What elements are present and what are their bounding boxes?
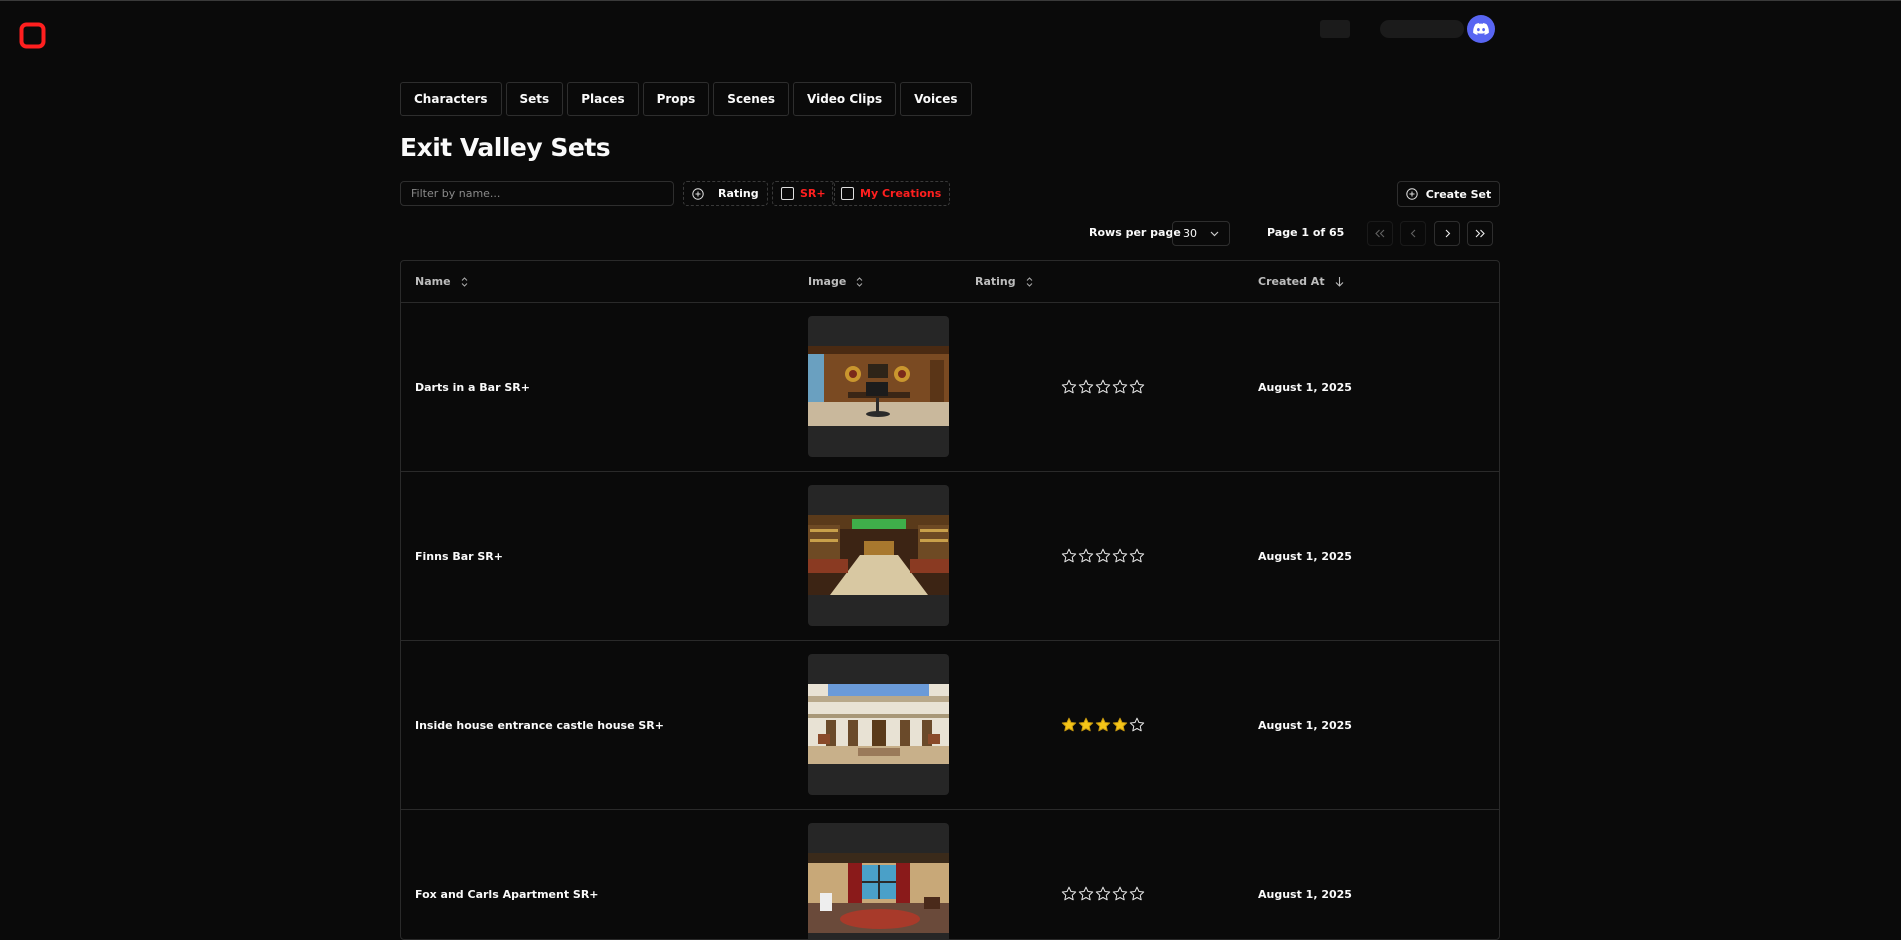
rating-filter-button[interactable]: Rating xyxy=(683,181,768,206)
star-icon[interactable] xyxy=(1078,548,1094,564)
set-thumbnail[interactable] xyxy=(808,654,949,795)
star-icon[interactable] xyxy=(1095,886,1111,902)
column-header-name-label: Name xyxy=(415,275,451,288)
star-icon[interactable] xyxy=(1129,379,1145,395)
star-icon[interactable] xyxy=(1129,548,1145,564)
page-info: Page 1 of 65 xyxy=(1267,226,1345,239)
previous-page-button[interactable] xyxy=(1400,221,1426,246)
tab-characters[interactable]: Characters xyxy=(400,82,502,116)
tab-voices[interactable]: Voices xyxy=(900,82,972,116)
tab-scenes[interactable]: Scenes xyxy=(713,82,790,116)
star-icon[interactable] xyxy=(1061,886,1077,902)
logo-icon[interactable] xyxy=(19,22,46,49)
star-rating[interactable] xyxy=(1061,641,1145,809)
star-icon[interactable] xyxy=(1112,548,1128,564)
rows-per-page-label: Rows per page xyxy=(1089,226,1181,239)
set-name: Fox and Carls Apartment SR+ xyxy=(415,887,599,901)
star-icon[interactable] xyxy=(1078,717,1094,733)
set-thumbnail[interactable] xyxy=(808,316,949,457)
tab-sets[interactable]: Sets xyxy=(505,82,564,116)
topbar-placeholder xyxy=(1320,20,1350,38)
table-row[interactable]: Inside house entrance castle house SR+ A… xyxy=(401,641,1499,810)
set-thumbnail[interactable] xyxy=(808,485,949,626)
column-header-name[interactable]: Name xyxy=(415,261,468,302)
chevron-right-icon xyxy=(1445,229,1450,238)
next-page-button[interactable] xyxy=(1434,221,1460,246)
my-creations-toggle[interactable]: My Creations xyxy=(832,181,951,206)
created-date: August 1, 2025 xyxy=(1258,887,1352,901)
discord-icon xyxy=(1473,22,1489,35)
page-title: Exit Valley Sets xyxy=(400,133,611,162)
chevrons-left-icon xyxy=(1375,229,1385,238)
create-set-label: Create Set xyxy=(1425,187,1492,201)
sort-icon xyxy=(1026,276,1032,287)
star-icon[interactable] xyxy=(1078,379,1094,395)
tab-places[interactable]: Places xyxy=(567,82,639,116)
table-row[interactable]: Finns Bar SR+ August 1, 2025 xyxy=(401,472,1499,641)
created-date: August 1, 2025 xyxy=(1258,718,1352,732)
user-name-placeholder xyxy=(1380,20,1464,38)
chevrons-right-icon xyxy=(1475,229,1485,238)
table-row[interactable]: Darts in a Bar SR+ August 1, 2025 xyxy=(401,303,1499,472)
star-icon[interactable] xyxy=(1129,886,1145,902)
set-thumbnail[interactable] xyxy=(808,823,949,939)
star-icon[interactable] xyxy=(1095,548,1111,564)
star-icon[interactable] xyxy=(1112,886,1128,902)
set-name: Finns Bar SR+ xyxy=(415,549,503,563)
arrow-down-icon xyxy=(1335,277,1343,287)
table-row[interactable]: Fox and Carls Apartment SR+ August 1, 20… xyxy=(401,810,1499,939)
discord-avatar[interactable] xyxy=(1467,15,1495,43)
castle-entrance-image xyxy=(808,684,949,764)
table-header: Name Image Rating Created At xyxy=(401,261,1499,303)
category-tabs: Characters Sets Places Props Scenes Vide… xyxy=(400,82,972,116)
star-rating[interactable] xyxy=(1061,810,1145,939)
filter-input[interactable] xyxy=(400,181,674,206)
star-icon[interactable] xyxy=(1061,379,1077,395)
my-creations-checkbox[interactable] xyxy=(841,187,854,200)
sr-plus-label: SR+ xyxy=(800,187,826,200)
sets-table: Name Image Rating Created At Darts in a … xyxy=(400,260,1500,940)
star-icon[interactable] xyxy=(1112,717,1128,733)
plus-circle-icon xyxy=(1406,188,1418,200)
star-icon[interactable] xyxy=(1061,548,1077,564)
first-page-button[interactable] xyxy=(1367,221,1393,246)
star-rating[interactable] xyxy=(1061,303,1145,471)
tab-props[interactable]: Props xyxy=(642,82,710,116)
bar-darts-image xyxy=(808,346,949,426)
rows-per-page-select[interactable]: 30 xyxy=(1172,221,1230,246)
star-icon[interactable] xyxy=(1129,717,1145,733)
last-page-button[interactable] xyxy=(1467,221,1493,246)
chevron-left-icon xyxy=(1410,229,1415,238)
set-name: Inside house entrance castle house SR+ xyxy=(415,718,664,732)
tab-video-clips[interactable]: Video Clips xyxy=(793,82,897,116)
column-header-image[interactable]: Image xyxy=(808,261,863,302)
column-header-created-at-label: Created At xyxy=(1258,275,1325,288)
sort-icon xyxy=(856,276,863,287)
column-header-rating[interactable]: Rating xyxy=(975,261,1033,302)
column-header-image-label: Image xyxy=(808,275,847,288)
star-icon[interactable] xyxy=(1095,379,1111,395)
star-rating[interactable] xyxy=(1061,472,1145,640)
sr-plus-toggle[interactable]: SR+ xyxy=(772,181,835,206)
created-date: August 1, 2025 xyxy=(1258,549,1352,563)
star-icon[interactable] xyxy=(1078,886,1094,902)
bar-interior-image xyxy=(808,515,949,595)
create-set-button[interactable]: Create Set xyxy=(1397,181,1500,207)
chevron-down-icon xyxy=(1210,231,1219,236)
my-creations-label: My Creations xyxy=(860,187,942,200)
star-icon[interactable] xyxy=(1061,717,1077,733)
set-name: Darts in a Bar SR+ xyxy=(415,380,530,394)
star-icon[interactable] xyxy=(1095,717,1111,733)
apartment-image xyxy=(808,853,949,933)
sr-plus-checkbox[interactable] xyxy=(781,187,794,200)
created-date: August 1, 2025 xyxy=(1258,380,1352,394)
rating-filter-label: Rating xyxy=(718,187,759,200)
column-header-rating-label: Rating xyxy=(975,275,1016,288)
sort-icon xyxy=(461,276,467,287)
column-header-created-at[interactable]: Created At xyxy=(1258,261,1344,302)
plus-circle-icon xyxy=(692,187,704,200)
star-icon[interactable] xyxy=(1112,379,1128,395)
rows-per-page-value: 30 xyxy=(1183,227,1197,240)
